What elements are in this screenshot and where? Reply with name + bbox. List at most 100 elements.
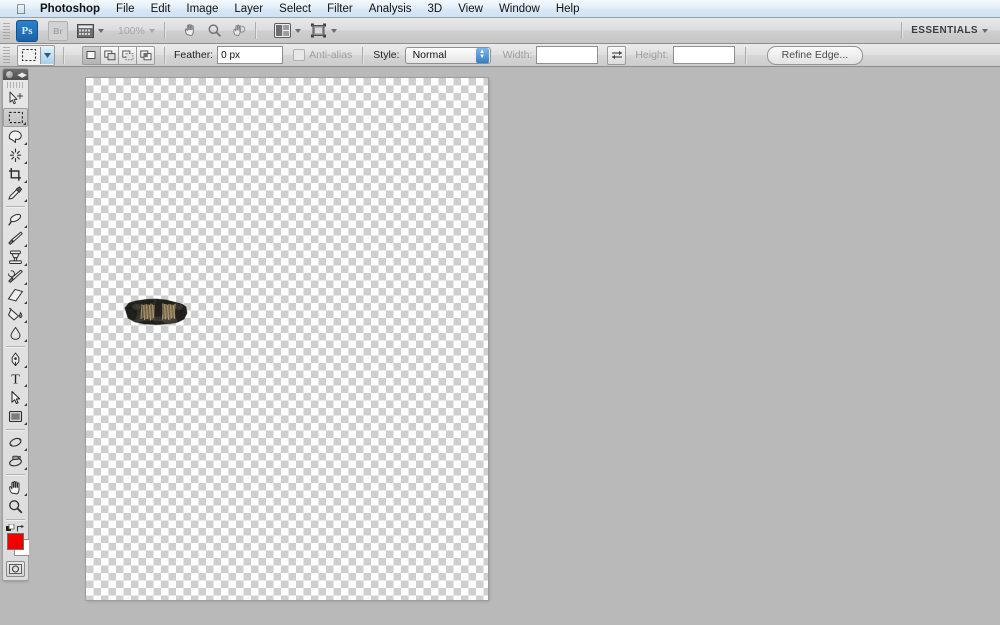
brush-flyout-indicator[interactable] — [24, 244, 27, 247]
3d-rotate-flyout-indicator[interactable] — [24, 448, 27, 451]
3d-camera-tool[interactable] — [3, 452, 28, 471]
path-selection-tool[interactable] — [3, 388, 28, 407]
healing-brush-tool[interactable] — [3, 210, 28, 229]
eraser-flyout-indicator[interactable] — [24, 301, 27, 304]
swap-colors-icon[interactable] — [16, 524, 25, 533]
menu-item-help[interactable]: Help — [548, 0, 588, 18]
menu-item-view[interactable]: View — [450, 0, 491, 18]
magic-wand-tool[interactable] — [3, 146, 28, 165]
document-canvas[interactable] — [86, 78, 488, 600]
history-brush-flyout-indicator[interactable] — [24, 282, 27, 285]
photoshop-home-button[interactable]: Ps — [16, 20, 38, 42]
hand-tool[interactable] — [3, 478, 28, 497]
workspace-switcher[interactable]: ESSENTIALS — [911, 25, 988, 36]
apple-logo-icon[interactable]:  — [8, 2, 34, 16]
pen-flyout-indicator[interactable] — [24, 365, 27, 368]
menu-item-window[interactable]: Window — [491, 0, 548, 18]
collapse-arrows-icon[interactable]: ◀▶ — [17, 71, 26, 79]
screen-mode-button[interactable] — [310, 21, 337, 41]
style-select[interactable]: Normal ▲▼ — [405, 47, 491, 64]
marquee-flyout-indicator[interactable] — [23, 122, 26, 125]
brush-tool[interactable] — [3, 229, 28, 248]
add-to-selection-button[interactable] — [100, 46, 119, 65]
options-bar-grip[interactable] — [3, 47, 10, 63]
menu-item-photoshop[interactable]: Photoshop — [34, 0, 108, 18]
menu-item-file[interactable]: File — [108, 0, 143, 18]
pen-tool[interactable] — [3, 350, 28, 369]
image-fragment[interactable] — [122, 295, 190, 328]
default-colors-icon[interactable] — [6, 524, 13, 531]
appbar-grip[interactable] — [3, 23, 10, 39]
eyedropper-tool[interactable] — [3, 184, 28, 203]
toolbox-divider-1 — [6, 206, 25, 207]
clone-stamp-tool[interactable] — [3, 248, 28, 267]
style-stepper-icon[interactable]: ▲▼ — [476, 48, 489, 63]
crop-tool[interactable] — [3, 165, 28, 184]
eraser-tool[interactable] — [3, 286, 28, 305]
type-flyout-indicator[interactable] — [24, 384, 27, 387]
swap-dimensions-button[interactable] — [607, 46, 626, 65]
toolbox-grip[interactable] — [7, 82, 24, 88]
quick-mask-button[interactable] — [6, 561, 25, 577]
arrange-documents-button[interactable] — [274, 21, 301, 41]
rectangular-marquee-tool[interactable] — [3, 108, 28, 127]
rotate-view-button[interactable] — [231, 21, 246, 41]
feather-input[interactable]: 0 px — [217, 46, 283, 64]
menu-item-3d[interactable]: 3D — [420, 0, 451, 18]
view-extras-button[interactable] — [77, 21, 104, 41]
hand-tool-button[interactable] — [183, 21, 198, 41]
rectangle-shape-tool[interactable] — [3, 407, 28, 426]
rectangular-marquee-icon — [18, 47, 40, 64]
healing-brush-flyout-indicator[interactable] — [24, 225, 27, 228]
application-bar: Ps Br 100% — [0, 18, 1000, 44]
zoom-tool[interactable] — [3, 497, 28, 516]
rotate-view-icon — [231, 23, 246, 38]
tool-preset-chevron-down-icon[interactable] — [40, 47, 54, 64]
clone-stamp-flyout-indicator[interactable] — [24, 263, 27, 266]
foreground-color-swatch[interactable] — [7, 533, 24, 550]
workspace-chevron-down-icon[interactable] — [982, 29, 988, 33]
3d-rotate-tool[interactable] — [3, 433, 28, 452]
close-icon[interactable] — [5, 70, 14, 79]
rectangle-shape-flyout-indicator[interactable] — [24, 422, 27, 425]
refine-edge-button[interactable]: Refine Edge... — [767, 46, 864, 65]
subtract-from-selection-button[interactable] — [118, 46, 137, 65]
menu-item-edit[interactable]: Edit — [143, 0, 179, 18]
move-tool[interactable] — [3, 89, 28, 108]
zoom-level-chevron-down-icon[interactable] — [149, 29, 155, 33]
toolbox-divider-3 — [6, 429, 25, 430]
3d-camera-flyout-indicator[interactable] — [24, 467, 27, 470]
lasso-tool[interactable] — [3, 127, 28, 146]
anti-alias-checkbox[interactable] — [293, 49, 305, 61]
appbar-divider-3 — [901, 22, 902, 39]
blur-flyout-indicator[interactable] — [24, 339, 27, 342]
launch-bridge-button[interactable]: Br — [48, 21, 68, 41]
canvas-area[interactable] — [29, 67, 1000, 625]
screen-mode-chevron-down-icon[interactable] — [331, 29, 337, 33]
hand-flyout-indicator[interactable] — [24, 493, 27, 496]
gradient-flyout-indicator[interactable] — [24, 320, 27, 323]
magic-wand-flyout-indicator[interactable] — [24, 161, 27, 164]
menu-item-layer[interactable]: Layer — [226, 0, 271, 18]
new-selection-button[interactable] — [82, 46, 101, 65]
crop-flyout-indicator[interactable] — [24, 180, 27, 183]
intersect-with-selection-button[interactable] — [136, 46, 155, 65]
toolbox-header[interactable]: ◀▶ — [3, 69, 28, 80]
arrange-documents-chevron-down-icon[interactable] — [295, 29, 301, 33]
history-brush-tool[interactable] — [3, 267, 28, 286]
gradient-tool[interactable] — [3, 305, 28, 324]
height-input[interactable] — [673, 46, 735, 64]
lasso-flyout-indicator[interactable] — [24, 142, 27, 145]
view-extras-chevron-down-icon[interactable] — [98, 29, 104, 33]
blur-tool[interactable] — [3, 324, 28, 343]
path-selection-flyout-indicator[interactable] — [24, 403, 27, 406]
zoom-tool-button[interactable] — [207, 21, 222, 41]
tool-preset-picker[interactable] — [17, 45, 55, 66]
menu-item-select[interactable]: Select — [271, 0, 319, 18]
menu-item-analysis[interactable]: Analysis — [361, 0, 420, 18]
width-input[interactable] — [536, 46, 598, 64]
eyedropper-flyout-indicator[interactable] — [24, 199, 27, 202]
type-tool[interactable]: T — [3, 369, 28, 388]
menu-item-image[interactable]: Image — [178, 0, 226, 18]
menu-item-filter[interactable]: Filter — [319, 0, 361, 18]
